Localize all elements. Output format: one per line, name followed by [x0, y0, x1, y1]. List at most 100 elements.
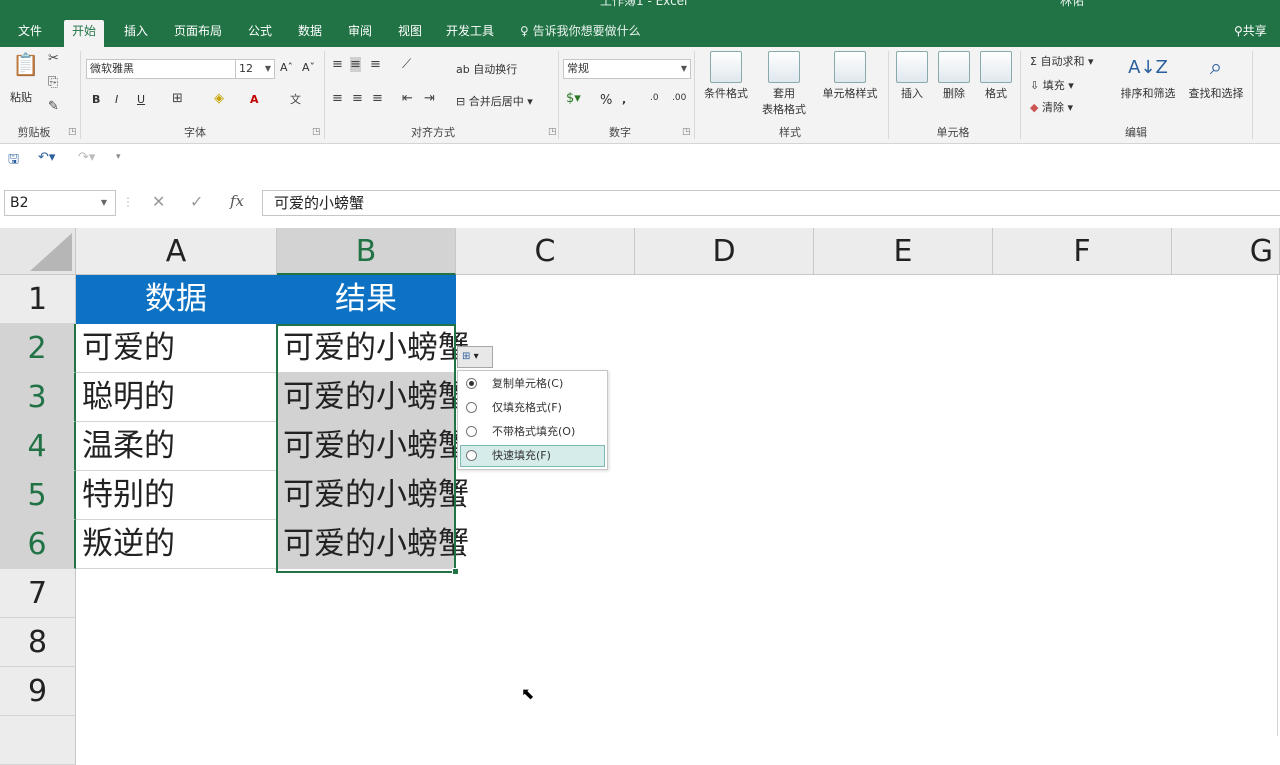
increase-decimal-icon[interactable]: .0: [650, 93, 659, 103]
tab-page-layout[interactable]: 页面布局: [166, 20, 230, 47]
format-as-table-button[interactable]: 套用 表格格式: [756, 51, 812, 117]
copy-icon[interactable]: ⎘: [48, 75, 58, 90]
tab-review[interactable]: 审阅: [340, 20, 380, 47]
number-format-combo[interactable]: 常规 ▼: [563, 59, 691, 79]
comma-button[interactable]: ,: [622, 93, 626, 106]
paste-icon[interactable]: 📋: [12, 53, 39, 78]
font-color-button[interactable]: A: [250, 93, 259, 106]
column-header-b[interactable]: B: [277, 228, 456, 275]
wrap-text-button[interactable]: ab 自动换行: [456, 61, 517, 77]
row-header-3[interactable]: 3: [0, 373, 76, 422]
decrease-indent-icon[interactable]: ⇤: [402, 91, 413, 106]
row-header-4[interactable]: 4: [0, 422, 76, 471]
fill-handle[interactable]: [452, 568, 459, 575]
row-header-10[interactable]: [0, 716, 76, 765]
underline-button[interactable]: U: [137, 93, 145, 106]
row-header-6[interactable]: 6: [0, 520, 76, 569]
enter-icon[interactable]: ✓: [190, 192, 203, 211]
cell-b6[interactable]: 可爱的小螃蟹: [277, 520, 469, 569]
column-header-e[interactable]: E: [814, 228, 993, 275]
cell-a6[interactable]: 叛逆的: [76, 520, 277, 569]
formula-input[interactable]: 可爱的小螃蟹: [262, 190, 1280, 216]
increase-indent-icon[interactable]: ⇥: [424, 91, 435, 106]
column-header-c[interactable]: C: [456, 228, 635, 275]
column-header-f[interactable]: F: [993, 228, 1172, 275]
cell-a2[interactable]: 可爱的: [76, 324, 277, 373]
alignment-launcher-icon[interactable]: ◳: [548, 127, 557, 137]
align-bottom-icon[interactable]: ≡: [370, 57, 381, 72]
fill-color-icon[interactable]: ◈: [214, 91, 224, 106]
tab-data[interactable]: 数据: [290, 20, 330, 47]
row-header-1[interactable]: 1: [0, 275, 76, 324]
bold-button[interactable]: B: [92, 93, 100, 106]
phonetic-icon[interactable]: 文: [290, 91, 301, 107]
font-size-combo[interactable]: 12 ▼: [235, 59, 275, 79]
shrink-font-button[interactable]: Aˇ: [302, 61, 315, 74]
format-cells-button[interactable]: 格式: [976, 51, 1016, 101]
account-name[interactable]: 林佑: [1060, 0, 1084, 9]
column-header-d[interactable]: D: [635, 228, 814, 275]
cut-icon[interactable]: ✂: [48, 51, 59, 66]
insert-function-button[interactable]: fx: [230, 192, 244, 210]
italic-button[interactable]: I: [115, 93, 118, 106]
delete-cells-button[interactable]: 删除: [934, 51, 974, 101]
menu-item-copy-cells[interactable]: 复制单元格(C): [460, 373, 605, 395]
auto-fill-options-button[interactable]: ⊞ ▾: [457, 346, 493, 368]
select-all-button[interactable]: [0, 228, 76, 275]
cancel-icon[interactable]: ✕: [152, 192, 165, 211]
clear-button[interactable]: ◆ 清除 ▾: [1030, 99, 1073, 115]
cell-b5[interactable]: 可爱的小螃蟹: [277, 471, 469, 520]
align-top-icon[interactable]: ≡: [332, 57, 343, 72]
autosum-button[interactable]: Σ 自动求和 ▾: [1030, 53, 1093, 69]
conditional-format-button[interactable]: 条件格式: [698, 51, 754, 101]
column-header-g[interactable]: G: [1172, 228, 1280, 275]
align-middle-icon[interactable]: ≡: [350, 57, 361, 72]
insert-cells-button[interactable]: 插入: [892, 51, 932, 101]
menu-item-fill-without-formatting[interactable]: 不带格式填充(O): [460, 421, 605, 443]
align-center-icon[interactable]: ≡: [352, 91, 363, 106]
menu-item-flash-fill[interactable]: 快速填充(F): [460, 445, 605, 467]
number-launcher-icon[interactable]: ◳: [682, 127, 691, 137]
cell-a1[interactable]: 数据: [76, 275, 277, 324]
cell-b1[interactable]: 结果: [277, 275, 456, 324]
menu-item-fill-formatting-only[interactable]: 仅填充格式(F): [460, 397, 605, 419]
sort-filter-button[interactable]: A↓Z 排序和筛选: [1116, 51, 1180, 101]
font-launcher-icon[interactable]: ◳: [312, 127, 321, 137]
merge-center-button[interactable]: ⊟ 合并后居中 ▾: [456, 93, 533, 109]
tab-insert[interactable]: 插入: [116, 20, 156, 47]
tab-formulas[interactable]: 公式: [240, 20, 280, 47]
cell-b3[interactable]: 可爱的小螃蟹: [277, 373, 469, 422]
cell-a4[interactable]: 温柔的: [76, 422, 277, 471]
row-header-9[interactable]: 9: [0, 667, 76, 716]
tab-home[interactable]: 开始: [64, 20, 105, 47]
grow-font-button[interactable]: Aˆ: [280, 61, 293, 74]
tab-view[interactable]: 视图: [390, 20, 430, 47]
redo-icon[interactable]: ↷▾: [78, 150, 95, 165]
row-header-5[interactable]: 5: [0, 471, 76, 520]
cell-styles-button[interactable]: 单元格样式: [816, 51, 884, 101]
align-left-icon[interactable]: ≡: [332, 91, 343, 106]
row-header-7[interactable]: 7: [0, 569, 76, 618]
tell-me-box[interactable]: ♀ 告诉我你想要做什么: [520, 20, 641, 47]
clipboard-launcher-icon[interactable]: ◳: [68, 127, 77, 137]
paste-button[interactable]: 粘贴: [10, 89, 32, 105]
cell-a5[interactable]: 特别的: [76, 471, 277, 520]
align-right-icon[interactable]: ≡: [372, 91, 383, 106]
cell-b4[interactable]: 可爱的小螃蟹: [277, 422, 469, 471]
row-header-2[interactable]: 2: [0, 324, 76, 373]
cell-a3[interactable]: 聪明的: [76, 373, 277, 422]
cell-b2[interactable]: 可爱的小螃蟹: [277, 324, 469, 373]
orientation-icon[interactable]: ⟋: [402, 57, 411, 72]
column-header-a[interactable]: A: [76, 228, 277, 275]
decrease-decimal-icon[interactable]: .00: [672, 93, 686, 103]
customize-qat-icon[interactable]: ▾: [116, 152, 121, 162]
percent-button[interactable]: %: [600, 93, 612, 108]
tab-file[interactable]: 文件: [10, 20, 50, 47]
undo-icon[interactable]: ↶▾: [38, 150, 55, 165]
share-button[interactable]: ⚲共享: [1234, 20, 1267, 47]
find-select-button[interactable]: ⌕ 查找和选择: [1183, 51, 1249, 101]
borders-icon[interactable]: ⊞: [172, 91, 183, 106]
format-painter-icon[interactable]: ✎: [48, 99, 59, 114]
fill-button[interactable]: ⇩ 填充 ▾: [1030, 77, 1074, 93]
save-icon[interactable]: 🖫: [8, 150, 19, 172]
